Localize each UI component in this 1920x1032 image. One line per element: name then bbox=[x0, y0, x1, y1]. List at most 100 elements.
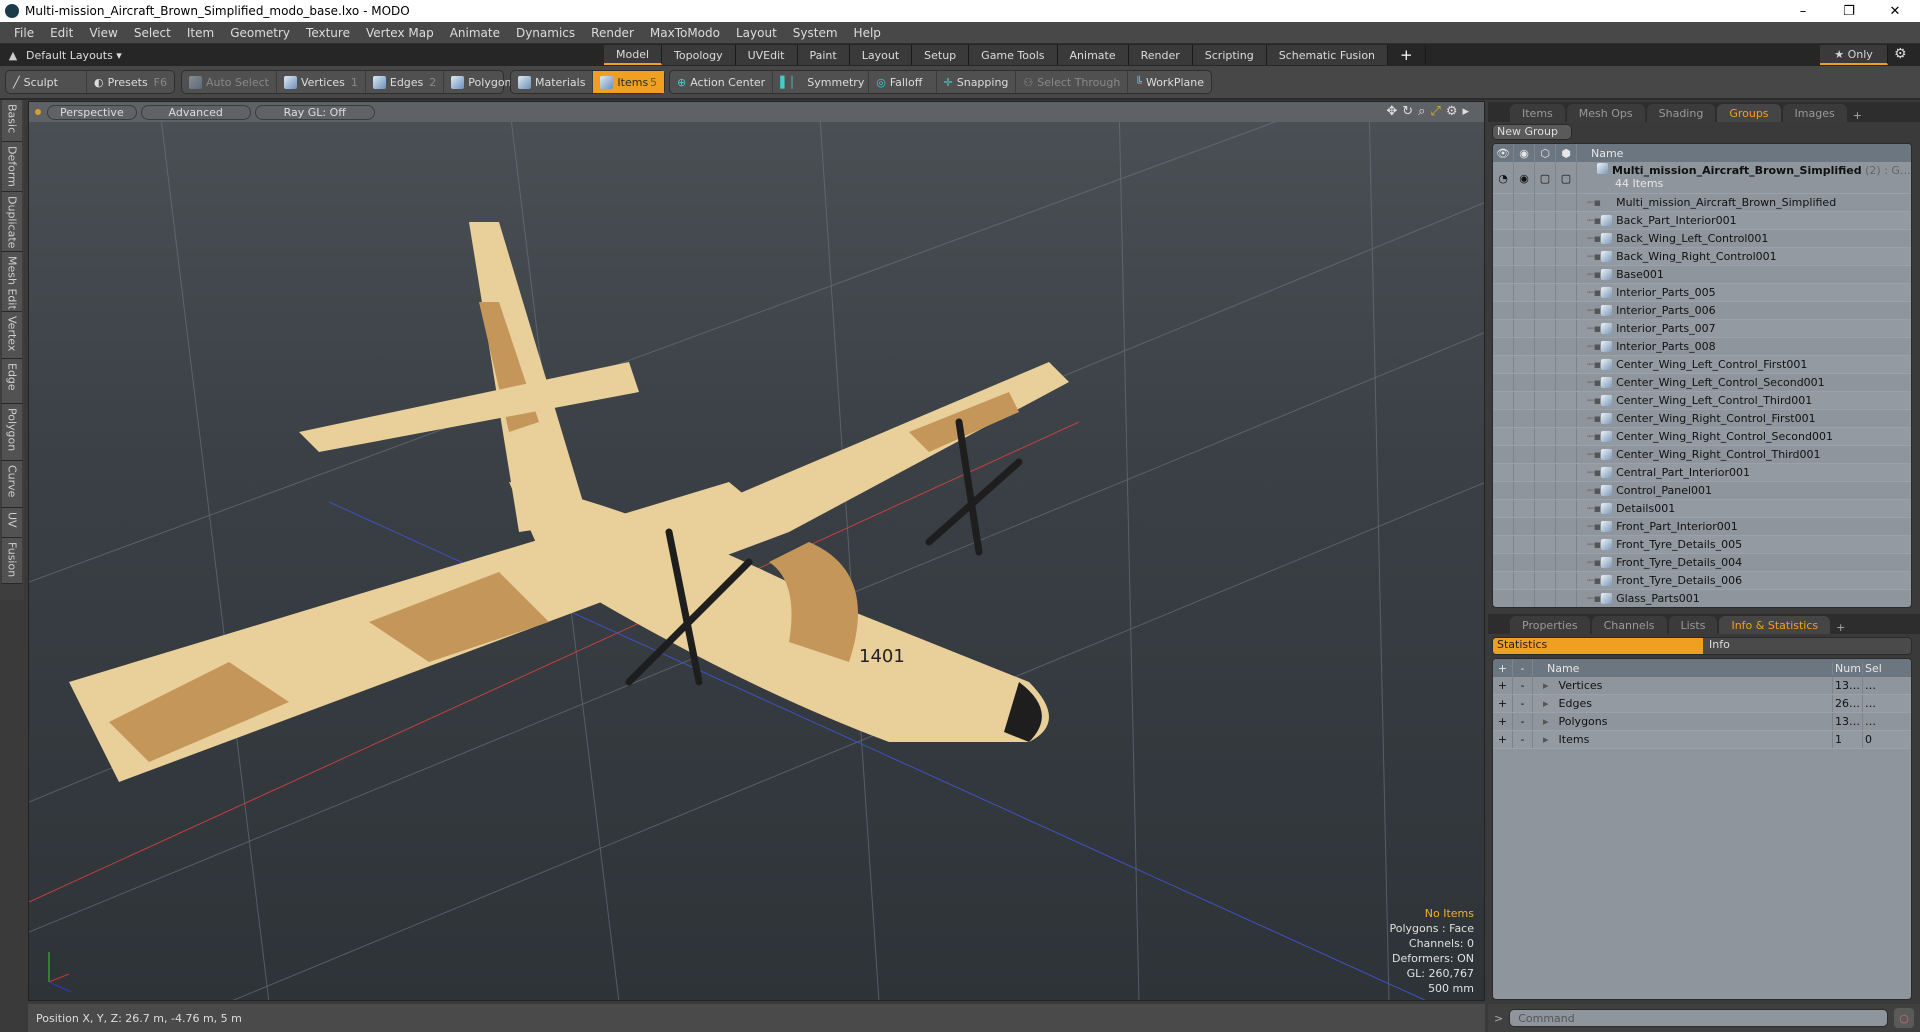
tree-item[interactable]: ┈▪ Front_Tyre_Details_005 bbox=[1493, 536, 1911, 554]
tab-shading[interactable]: Shading bbox=[1646, 104, 1716, 122]
tree-item[interactable]: ┈▪ Center_Wing_Right_Control_First001 bbox=[1493, 410, 1911, 428]
new-group-button[interactable]: New Group bbox=[1492, 124, 1572, 140]
rotate-icon[interactable]: ↻ bbox=[1402, 104, 1418, 119]
info-subtab[interactable]: Info bbox=[1703, 638, 1911, 654]
select-toggle[interactable]: ▢ bbox=[1556, 162, 1577, 194]
tab-animate[interactable]: Animate bbox=[1057, 45, 1129, 65]
presets-button[interactable]: ◐ Presets F6 bbox=[87, 71, 174, 93]
stats-row[interactable]: + - ▸ Polygons 13…… bbox=[1493, 713, 1911, 731]
tab-edge[interactable]: Edge bbox=[2, 359, 22, 404]
lock-toggle[interactable]: ▢ bbox=[1535, 162, 1556, 194]
tab-curve[interactable]: Curve bbox=[2, 461, 22, 508]
action-center-button[interactable]: ⊕ Action Center bbox=[670, 71, 774, 93]
expand-row-button[interactable]: + bbox=[1493, 677, 1513, 694]
tree-item[interactable]: ┈▪ Interior_Parts_008 bbox=[1493, 338, 1911, 356]
tree-item[interactable]: ┈▪ Interior_Parts_007 bbox=[1493, 320, 1911, 338]
menu-maxtomodo[interactable]: MaxToModo bbox=[642, 26, 728, 40]
collapse-row-button[interactable]: - bbox=[1513, 695, 1533, 712]
lock-column-icon[interactable]: ⬡ bbox=[1535, 144, 1556, 162]
view-type-button[interactable]: Perspective bbox=[47, 104, 137, 120]
tree-item[interactable]: ┈▪ Back_Wing_Right_Control001 bbox=[1493, 248, 1911, 266]
menu-vertex-map[interactable]: Vertex Map bbox=[358, 26, 442, 40]
tree-item[interactable]: ┈▪ Multi_mission_Aircraft_Brown_Simplifie… bbox=[1493, 194, 1911, 212]
tree-item[interactable]: ┈▪ Center_Wing_Right_Control_Third001 bbox=[1493, 446, 1911, 464]
tab-mesh-edit[interactable]: Mesh Edit bbox=[2, 252, 22, 312]
expand-all-header[interactable]: + bbox=[1493, 659, 1513, 677]
tab-render[interactable]: Render bbox=[1128, 45, 1193, 65]
tab-mesh-ops[interactable]: Mesh Ops bbox=[1566, 104, 1645, 122]
tree-item[interactable]: ┈▪ Back_Part_Interior001 bbox=[1493, 212, 1911, 230]
select-through-button[interactable]: ⚇ Select Through bbox=[1016, 71, 1129, 93]
only-toggle[interactable]: ★ Only bbox=[1820, 45, 1888, 65]
menu-animate[interactable]: Animate bbox=[442, 26, 508, 40]
tree-item[interactable]: ┈▪ Center_Wing_Left_Control_First001 bbox=[1493, 356, 1911, 374]
add-panel-tab-icon[interactable]: + bbox=[1849, 109, 1866, 122]
gear-icon[interactable]: ⚙ bbox=[1894, 46, 1907, 62]
tab-images[interactable]: Images bbox=[1782, 104, 1847, 122]
expand-arrow-icon[interactable]: ▸ bbox=[1533, 697, 1559, 710]
tab-schematic-fusion[interactable]: Schematic Fusion bbox=[1266, 45, 1389, 65]
menu-render[interactable]: Render bbox=[583, 26, 642, 40]
tree-item[interactable]: ┈▪ Central_Part_Interior001 bbox=[1493, 464, 1911, 482]
viewport-dot-icon[interactable] bbox=[35, 109, 41, 115]
auto-select-button[interactable]: Auto Select bbox=[182, 71, 277, 93]
menu-geometry[interactable]: Geometry bbox=[222, 26, 298, 40]
expand-row-button[interactable]: + bbox=[1493, 731, 1513, 748]
tab-groups[interactable]: Groups bbox=[1717, 104, 1781, 122]
tab-uv[interactable]: UV bbox=[2, 508, 22, 538]
visibility-toggle[interactable]: ◔ bbox=[1493, 162, 1514, 194]
add-info-tab-icon[interactable]: + bbox=[1832, 621, 1849, 634]
tab-topology[interactable]: Topology bbox=[662, 45, 736, 65]
shading-mode-button[interactable]: Advanced bbox=[140, 104, 251, 120]
minimize-button[interactable]: – bbox=[1780, 0, 1826, 22]
menu-view[interactable]: View bbox=[81, 26, 125, 40]
visibility-column-icon[interactable]: 👁 bbox=[1493, 144, 1514, 162]
name-column-header[interactable]: Name bbox=[1577, 147, 1623, 160]
menu-dynamics[interactable]: Dynamics bbox=[508, 26, 583, 40]
tree-item[interactable]: ┈▪ Interior_Parts_005 bbox=[1493, 284, 1911, 302]
tree-item[interactable]: ┈▪ Details001 bbox=[1493, 500, 1911, 518]
collapse-row-button[interactable]: - bbox=[1513, 731, 1533, 748]
statistics-subtab[interactable]: Statistics bbox=[1493, 638, 1703, 654]
tree-item[interactable]: ┈▪ Interior_Parts_006 bbox=[1493, 302, 1911, 320]
expand-arrow-icon[interactable]: ▸ bbox=[1533, 733, 1559, 746]
tree-item[interactable]: ┈▪ Front_Part_Interior001 bbox=[1493, 518, 1911, 536]
tab-layout[interactable]: Layout bbox=[849, 45, 913, 65]
falloff-button[interactable]: ◎ Falloff bbox=[869, 71, 937, 93]
render-toggle[interactable]: ◉ bbox=[1514, 162, 1535, 194]
menu-system[interactable]: System bbox=[785, 26, 846, 40]
layout-collapse-icon[interactable]: ▲ bbox=[0, 49, 26, 62]
edges-button[interactable]: Edges 2 bbox=[366, 71, 445, 93]
sculpt-button[interactable]: ╱ Sculpt bbox=[6, 71, 88, 93]
layout-selector[interactable]: Default Layouts ▾ bbox=[26, 49, 606, 62]
tab-properties[interactable]: Properties bbox=[1510, 616, 1590, 634]
expand-row-button[interactable]: + bbox=[1493, 695, 1513, 712]
menu-layout[interactable]: Layout bbox=[728, 26, 785, 40]
tab-basic[interactable]: Basic bbox=[2, 100, 22, 142]
select-column-icon[interactable]: ⬢ bbox=[1556, 144, 1577, 162]
render-column-icon[interactable]: ◉ bbox=[1514, 144, 1535, 162]
zoom-icon[interactable]: ⌕ bbox=[1418, 104, 1430, 119]
tree-item[interactable]: ┈▪ Center_Wing_Right_Control_Second001 bbox=[1493, 428, 1911, 446]
workplane-button[interactable]: ╚ WorkPlane bbox=[1128, 71, 1211, 93]
expand-arrow-icon[interactable]: ▸ bbox=[1533, 715, 1559, 728]
tab-info-statistics[interactable]: Info & Statistics bbox=[1719, 616, 1831, 634]
symmetry-button[interactable]: ▌│ Symmetry bbox=[773, 71, 870, 93]
record-icon[interactable]: ○ bbox=[1894, 1008, 1914, 1028]
viewport-settings-icon[interactable]: ⚙ bbox=[1446, 104, 1463, 119]
snapping-button[interactable]: ✛ Snapping bbox=[937, 71, 1017, 93]
tab-uvedit[interactable]: UVEdit bbox=[735, 45, 798, 65]
tree-item[interactable]: ┈▪ Base001 bbox=[1493, 266, 1911, 284]
tab-items[interactable]: Items bbox=[1510, 104, 1565, 122]
expand-row-button[interactable]: + bbox=[1493, 713, 1513, 730]
3d-viewport[interactable]: 1401 Perspective Advanced Ray GL: Off ✥↻… bbox=[28, 101, 1485, 1001]
collapse-row-button[interactable]: - bbox=[1513, 677, 1533, 694]
root-group-row[interactable]: ◔ ◉ ▢ ▢ Multi_mission_Aircraft_Brown_Sim… bbox=[1493, 162, 1911, 194]
tree-item[interactable]: ┈▪ Front_Tyre_Details_004 bbox=[1493, 554, 1911, 572]
stats-row[interactable]: + - ▸ Vertices 13…… bbox=[1493, 677, 1911, 695]
materials-button[interactable]: Materials bbox=[511, 71, 594, 93]
menu-help[interactable]: Help bbox=[846, 26, 889, 40]
tab-channels[interactable]: Channels bbox=[1591, 616, 1667, 634]
add-tab-button[interactable]: + bbox=[1388, 45, 1426, 65]
expand-arrow-icon[interactable]: ▸ bbox=[1462, 104, 1474, 119]
